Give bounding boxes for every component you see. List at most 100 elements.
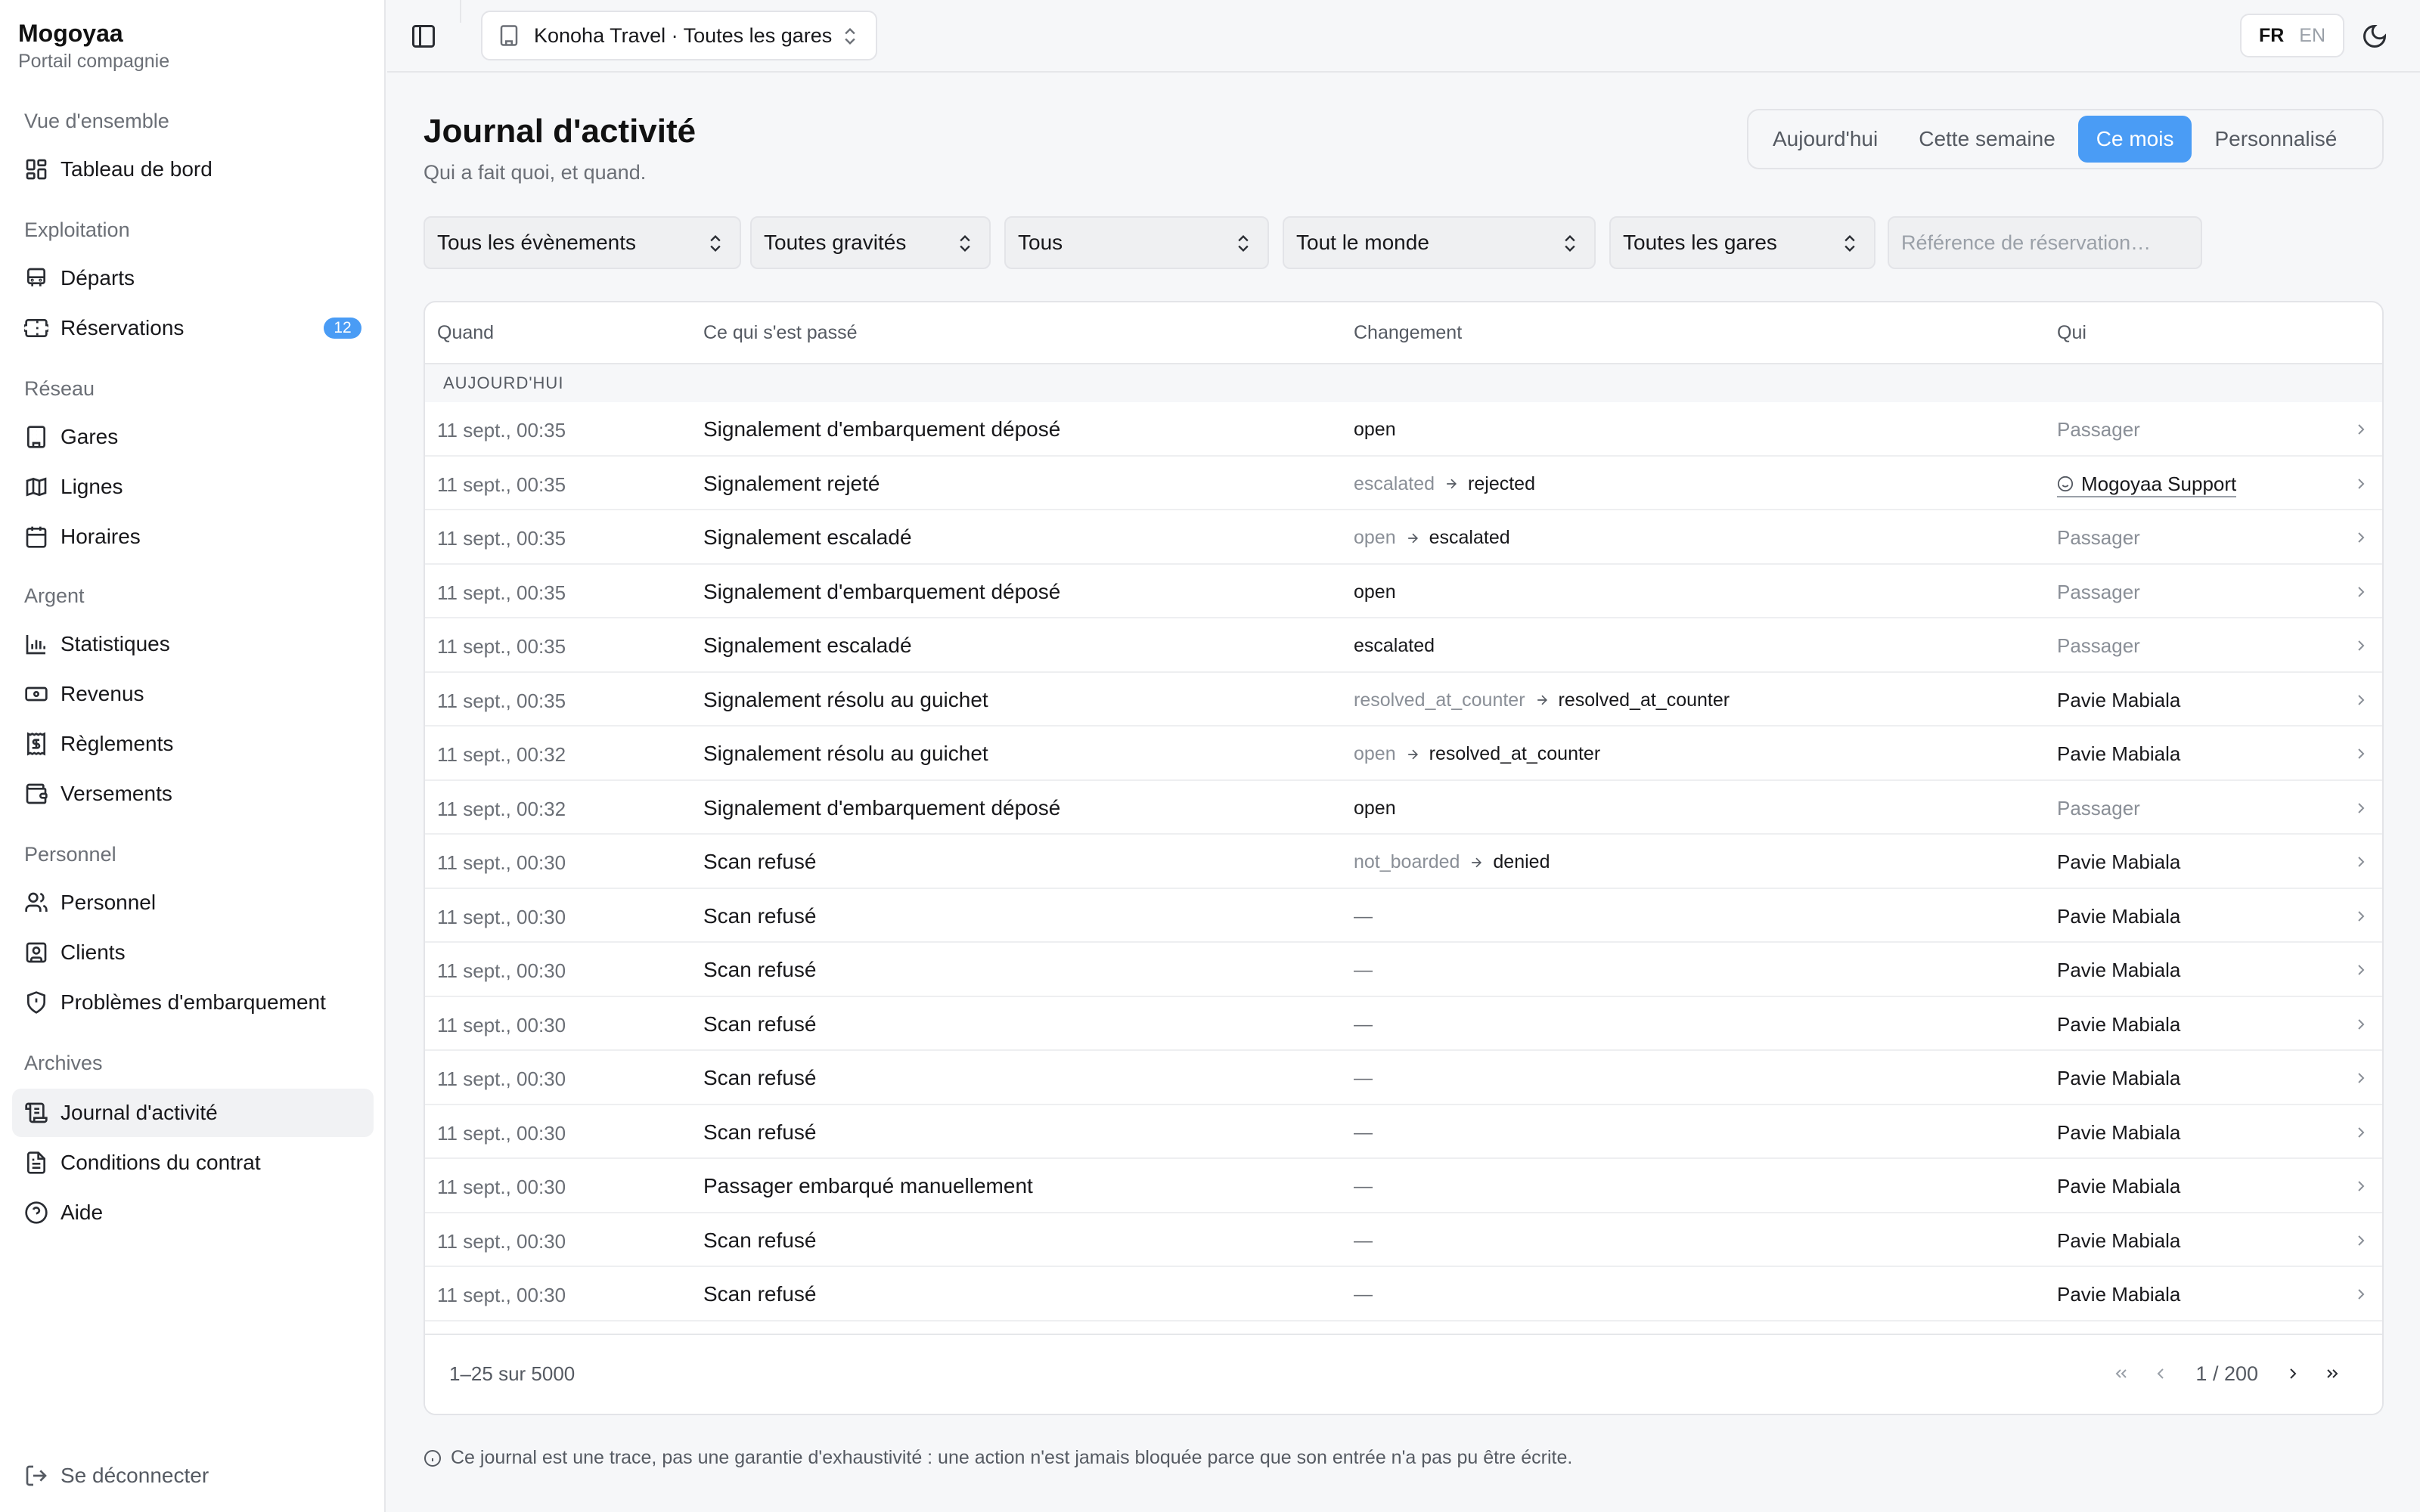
date-group-label: AUJOURD'HUI — [425, 364, 2382, 402]
change-to: escalated — [1429, 527, 1510, 548]
last-page-button[interactable] — [2313, 1355, 2352, 1393]
sidebar-item-help[interactable]: Aide — [12, 1188, 374, 1237]
sidebar-item-stations[interactable]: Gares — [12, 413, 374, 461]
language-toggle[interactable]: FR EN — [2240, 14, 2344, 57]
table-row[interactable]: 11 sept., 00:35 Signalement rejeté escalat… — [425, 457, 2382, 510]
table-row[interactable]: 11 sept., 00:30 Scan refusé — Pavie Mabiala — [425, 997, 2382, 1051]
sidebar-item-statistics[interactable]: Statistiques — [12, 620, 374, 668]
row-what: Scan refusé — [703, 1012, 817, 1036]
first-page-button[interactable] — [2102, 1355, 2141, 1393]
table-row[interactable]: 11 sept., 00:35 Signalement escaladé open e… — [425, 510, 2382, 565]
sidebar-item-label: Clients — [60, 940, 126, 964]
sidebar-item-clients[interactable]: Clients — [12, 928, 374, 977]
logout-button[interactable]: Se déconnecter — [24, 1461, 209, 1491]
table-row[interactable]: 11 sept., 00:30 Scan refusé — Pavie Mabiala — [425, 889, 2382, 943]
sidebar-item-boarding-issues[interactable]: Problèmes d'embarquement — [12, 978, 374, 1027]
row-when: 11 sept., 00:30 — [437, 1176, 566, 1198]
nav-group-title: Personnel — [24, 843, 116, 866]
sidebar-item-staff[interactable]: Personnel — [12, 878, 374, 927]
row-what: Signalement escaladé — [703, 525, 912, 549]
lang-fr[interactable]: FR — [2259, 25, 2284, 47]
sidebar-item-activity-log[interactable]: Journal d'activité — [12, 1089, 374, 1137]
table-row[interactable]: 11 sept., 00:32 Signalement résolu au gui… — [425, 727, 2382, 781]
table-row[interactable]: 11 sept., 00:35 Signalement d'embarquemen… — [425, 402, 2382, 457]
people-filter[interactable]: Tout le monde — [1283, 216, 1596, 269]
table-row[interactable]: 11 sept., 00:35 Signalement résolu au gui… — [425, 673, 2382, 727]
column-header-when[interactable]: Quand — [437, 322, 494, 344]
column-header-what[interactable]: Ce qui s'est passé — [703, 322, 858, 344]
sidebar-item-revenue[interactable]: Revenus — [12, 670, 374, 718]
event-type-filter[interactable]: Tous les évènements — [424, 216, 741, 269]
table-row[interactable]: 11 sept., 00:30 Scan refusé — Pavie Mabiala — [425, 1051, 2382, 1105]
sidebar-item-payouts[interactable]: Versements — [12, 770, 374, 818]
company-station-select[interactable]: Konoha Travel · Toutes les gares — [481, 11, 877, 60]
column-header-change[interactable]: Changement — [1354, 322, 1462, 344]
row-change: not_boarded denied — [1354, 851, 1550, 873]
severity-filter[interactable]: Toutes gravités — [750, 216, 991, 269]
smiley-icon — [2057, 476, 2074, 492]
chevron-right-icon — [2352, 475, 2370, 493]
chevron-right-icon — [2352, 907, 2370, 925]
chevrons-up-down-icon — [1559, 233, 1581, 254]
row-when: 11 sept., 00:30 — [437, 1121, 566, 1145]
row-what: Signalement escaladé — [703, 634, 912, 657]
table-row[interactable]: 11 sept., 00:30 Scan refusé — Pavie Mabiala — [425, 1105, 2382, 1159]
logout-icon — [24, 1464, 48, 1488]
topbar: Konoha Travel · Toutes les gares FR EN — [387, 0, 2420, 73]
table-row[interactable]: 11 sept., 00:35 Signalement d'embarquemen… — [425, 565, 2382, 618]
table-row[interactable]: 11 sept., 00:32 Signalement d'embarquemen… — [425, 781, 2382, 835]
row-when: 11 sept., 00:30 — [437, 851, 566, 874]
moon-icon[interactable] — [2361, 23, 2388, 50]
logout-label: Se déconnecter — [60, 1464, 209, 1487]
chevrons-up-down-icon — [839, 26, 861, 47]
table-row[interactable]: 11 sept., 00:30 Passager embarqué manuell… — [425, 1159, 2382, 1213]
table-row[interactable]: 11 sept., 00:30 Scan refusé — Pavie Mabiala — [425, 1267, 2382, 1321]
lang-en[interactable]: EN — [2299, 25, 2325, 47]
row-what: Signalement d'embarquement déposé — [703, 795, 1061, 820]
tab-this-week[interactable]: Cette semaine — [1900, 116, 2074, 163]
page-subtitle: Qui a fait quoi, et quand. — [424, 161, 647, 184]
row-change: — — [1354, 959, 1373, 981]
sidebar-item-settlements[interactable]: Règlements — [12, 720, 374, 768]
sidebar-item-label: Aide — [60, 1201, 104, 1224]
actor-name: Pavie Mabiala — [2057, 1175, 2181, 1198]
row-when: 11 sept., 00:35 — [437, 689, 566, 712]
station-filter[interactable]: Toutes les gares — [1609, 216, 1876, 269]
sidebar-item-departures[interactable]: Départs — [12, 254, 374, 302]
row-what: Passager embarqué manuellement — [703, 1174, 1033, 1198]
change-to: escalated — [1354, 635, 1435, 656]
chevron-right-icon — [2352, 528, 2370, 547]
sidebar-item-dashboard[interactable]: Tableau de bord — [12, 145, 374, 194]
actor-name: Pavie Mabiala — [2057, 1283, 2181, 1306]
row-actor[interactable]: Mogoyaa Support — [2057, 472, 2237, 497]
building-icon — [498, 24, 520, 47]
pagination: 1 / 200 — [2102, 1355, 2352, 1393]
table-row[interactable]: 11 sept., 00:30 Scan refusé — Pavie Mabiala — [425, 1213, 2382, 1267]
dashboard-icon — [24, 157, 48, 181]
row-change: — — [1354, 1230, 1373, 1252]
tab-this-month[interactable]: Ce mois — [2077, 116, 2192, 163]
tab-today[interactable]: Aujourd'hui — [1754, 116, 1896, 163]
change-to: — — [1354, 1067, 1373, 1089]
row-actor: Pavie Mabiala — [2057, 689, 2180, 712]
sidebar-item-contract-terms[interactable]: Conditions du contrat — [12, 1139, 374, 1187]
actor-type-filter[interactable]: Tous — [1004, 216, 1269, 269]
sidebar-item-lines[interactable]: Lignes — [12, 463, 374, 511]
chevron-right-icon — [2352, 1069, 2370, 1087]
table-row[interactable]: 11 sept., 00:30 Scan refusé — Pavie Mabiala — [425, 943, 2382, 997]
table-footer: 1–25 sur 5000 1 / 200 — [425, 1334, 2382, 1414]
sidebar-item-reservations[interactable]: Réservations 12 — [12, 304, 374, 352]
sidebar-toggle-icon[interactable] — [410, 23, 437, 50]
nav-group-title: Archives — [24, 1052, 103, 1074]
next-page-button[interactable] — [2273, 1355, 2313, 1393]
sidebar-item-label: Règlements — [60, 732, 174, 755]
table-row[interactable]: 11 sept., 00:35 Signalement escaladé escal… — [425, 618, 2382, 673]
previous-page-button[interactable] — [2141, 1355, 2180, 1393]
column-header-who[interactable]: Qui — [2057, 322, 2086, 344]
actor-name: Pavie Mabiala — [2057, 904, 2181, 928]
table-row[interactable]: 11 sept., 00:30 Scan refusé not_boarded den… — [425, 835, 2382, 889]
booking-reference-search-input[interactable] — [1888, 216, 2202, 269]
sidebar-item-schedules[interactable]: Horaires — [12, 513, 374, 561]
actor-name: Mogoyaa Support — [2081, 472, 2237, 495]
tab-custom[interactable]: Personnalisé — [2196, 116, 2355, 163]
